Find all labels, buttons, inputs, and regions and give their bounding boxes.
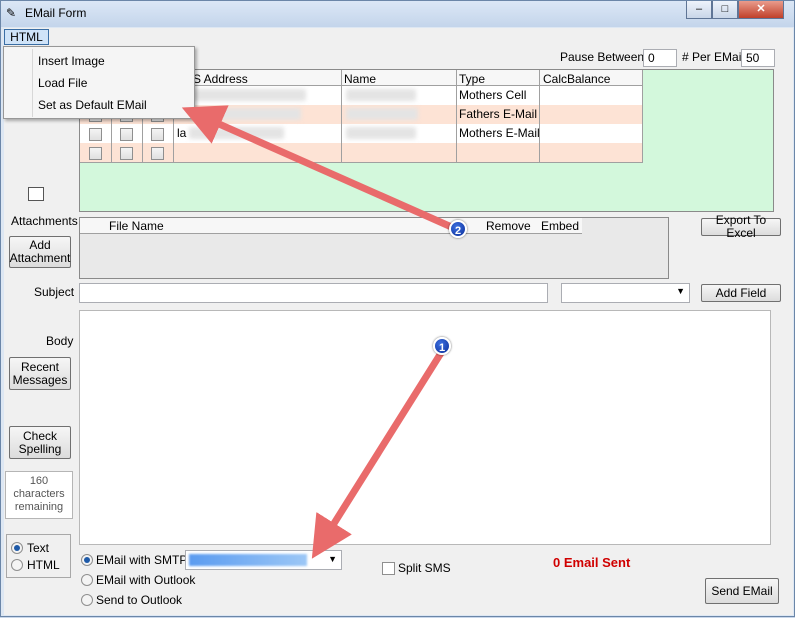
arrow-to-set-default xyxy=(181,105,460,233)
arrow-to-smtp-select xyxy=(311,349,445,559)
callout-badge-1: 1 xyxy=(433,337,451,355)
email-form-window: ✎ EMail Form – □ ✕ HTML Pause Between 0 … xyxy=(0,0,795,617)
callout-badge-2: 2 xyxy=(449,220,467,238)
annotation-arrows xyxy=(181,105,460,559)
